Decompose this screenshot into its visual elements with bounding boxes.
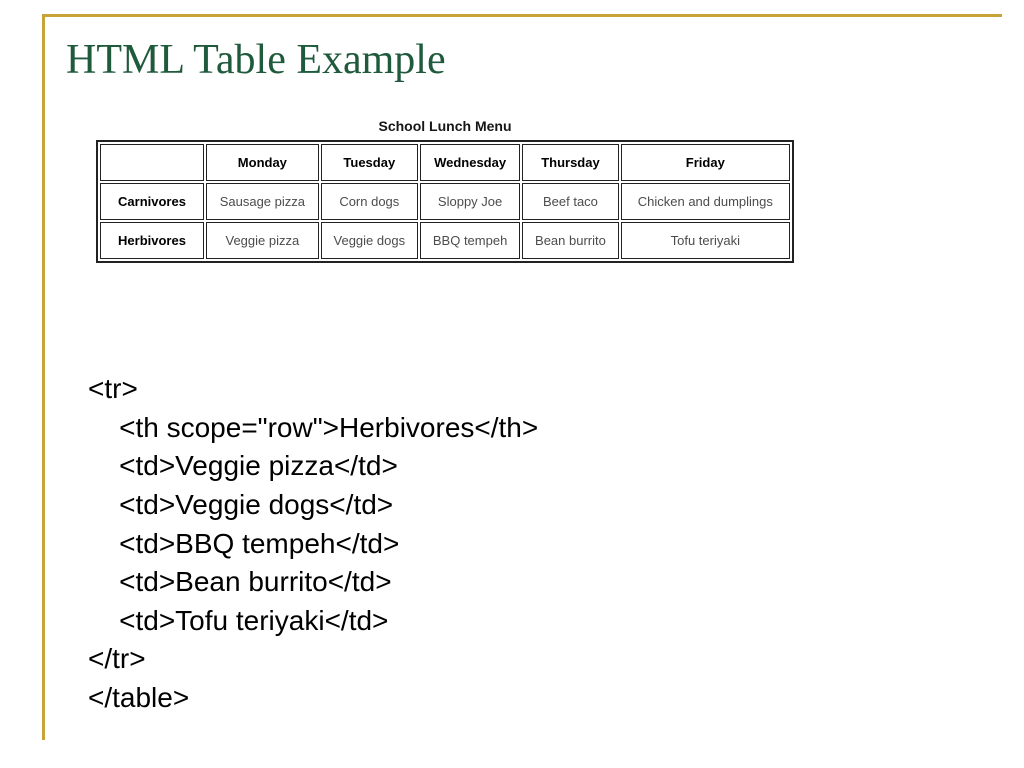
table-cell: Bean burrito (522, 222, 618, 259)
slide-title: HTML Table Example (66, 36, 446, 84)
table-header: Thursday (522, 144, 618, 181)
row-label: Carnivores (100, 183, 204, 220)
slide: HTML Table Example School Lunch Menu Mon… (0, 0, 1024, 768)
table-header-empty (100, 144, 204, 181)
table-cell: Veggie dogs (321, 222, 418, 259)
code-line: <td>Veggie pizza</td> (88, 450, 398, 481)
table-header: Friday (621, 144, 790, 181)
code-line: <th scope="row">Herbivores</th> (88, 412, 538, 443)
frame-top (42, 14, 1002, 17)
code-line: </table> (88, 682, 189, 713)
code-line: <tr> (88, 373, 138, 404)
code-line: <td>Veggie dogs</td> (88, 489, 393, 520)
code-line: <td>Bean burrito</td> (88, 566, 392, 597)
code-line: <td>BBQ tempeh</td> (88, 528, 399, 559)
table-cell: Sausage pizza (206, 183, 319, 220)
row-label: Herbivores (100, 222, 204, 259)
table-header: Wednesday (420, 144, 520, 181)
lunch-table-wrap: School Lunch Menu Monday Tuesday Wednesd… (96, 118, 794, 263)
code-example: <tr> <th scope="row">Herbivores</th> <td… (88, 370, 538, 718)
table-row: Herbivores Veggie pizza Veggie dogs BBQ … (100, 222, 790, 259)
table-cell: Tofu teriyaki (621, 222, 790, 259)
table-cell: Corn dogs (321, 183, 418, 220)
code-line: </tr> (88, 643, 146, 674)
table-header: Monday (206, 144, 319, 181)
lunch-table: Monday Tuesday Wednesday Thursday Friday… (96, 140, 794, 263)
table-row: Carnivores Sausage pizza Corn dogs Slopp… (100, 183, 790, 220)
table-cell: Veggie pizza (206, 222, 319, 259)
table-cell: Sloppy Joe (420, 183, 520, 220)
table-cell: Beef taco (522, 183, 618, 220)
frame-left (42, 14, 45, 740)
table-cell: Chicken and dumplings (621, 183, 790, 220)
code-line: <td>Tofu teriyaki</td> (88, 605, 388, 636)
table-caption: School Lunch Menu (96, 118, 794, 134)
table-header: Tuesday (321, 144, 418, 181)
table-row: Monday Tuesday Wednesday Thursday Friday (100, 144, 790, 181)
table-cell: BBQ tempeh (420, 222, 520, 259)
